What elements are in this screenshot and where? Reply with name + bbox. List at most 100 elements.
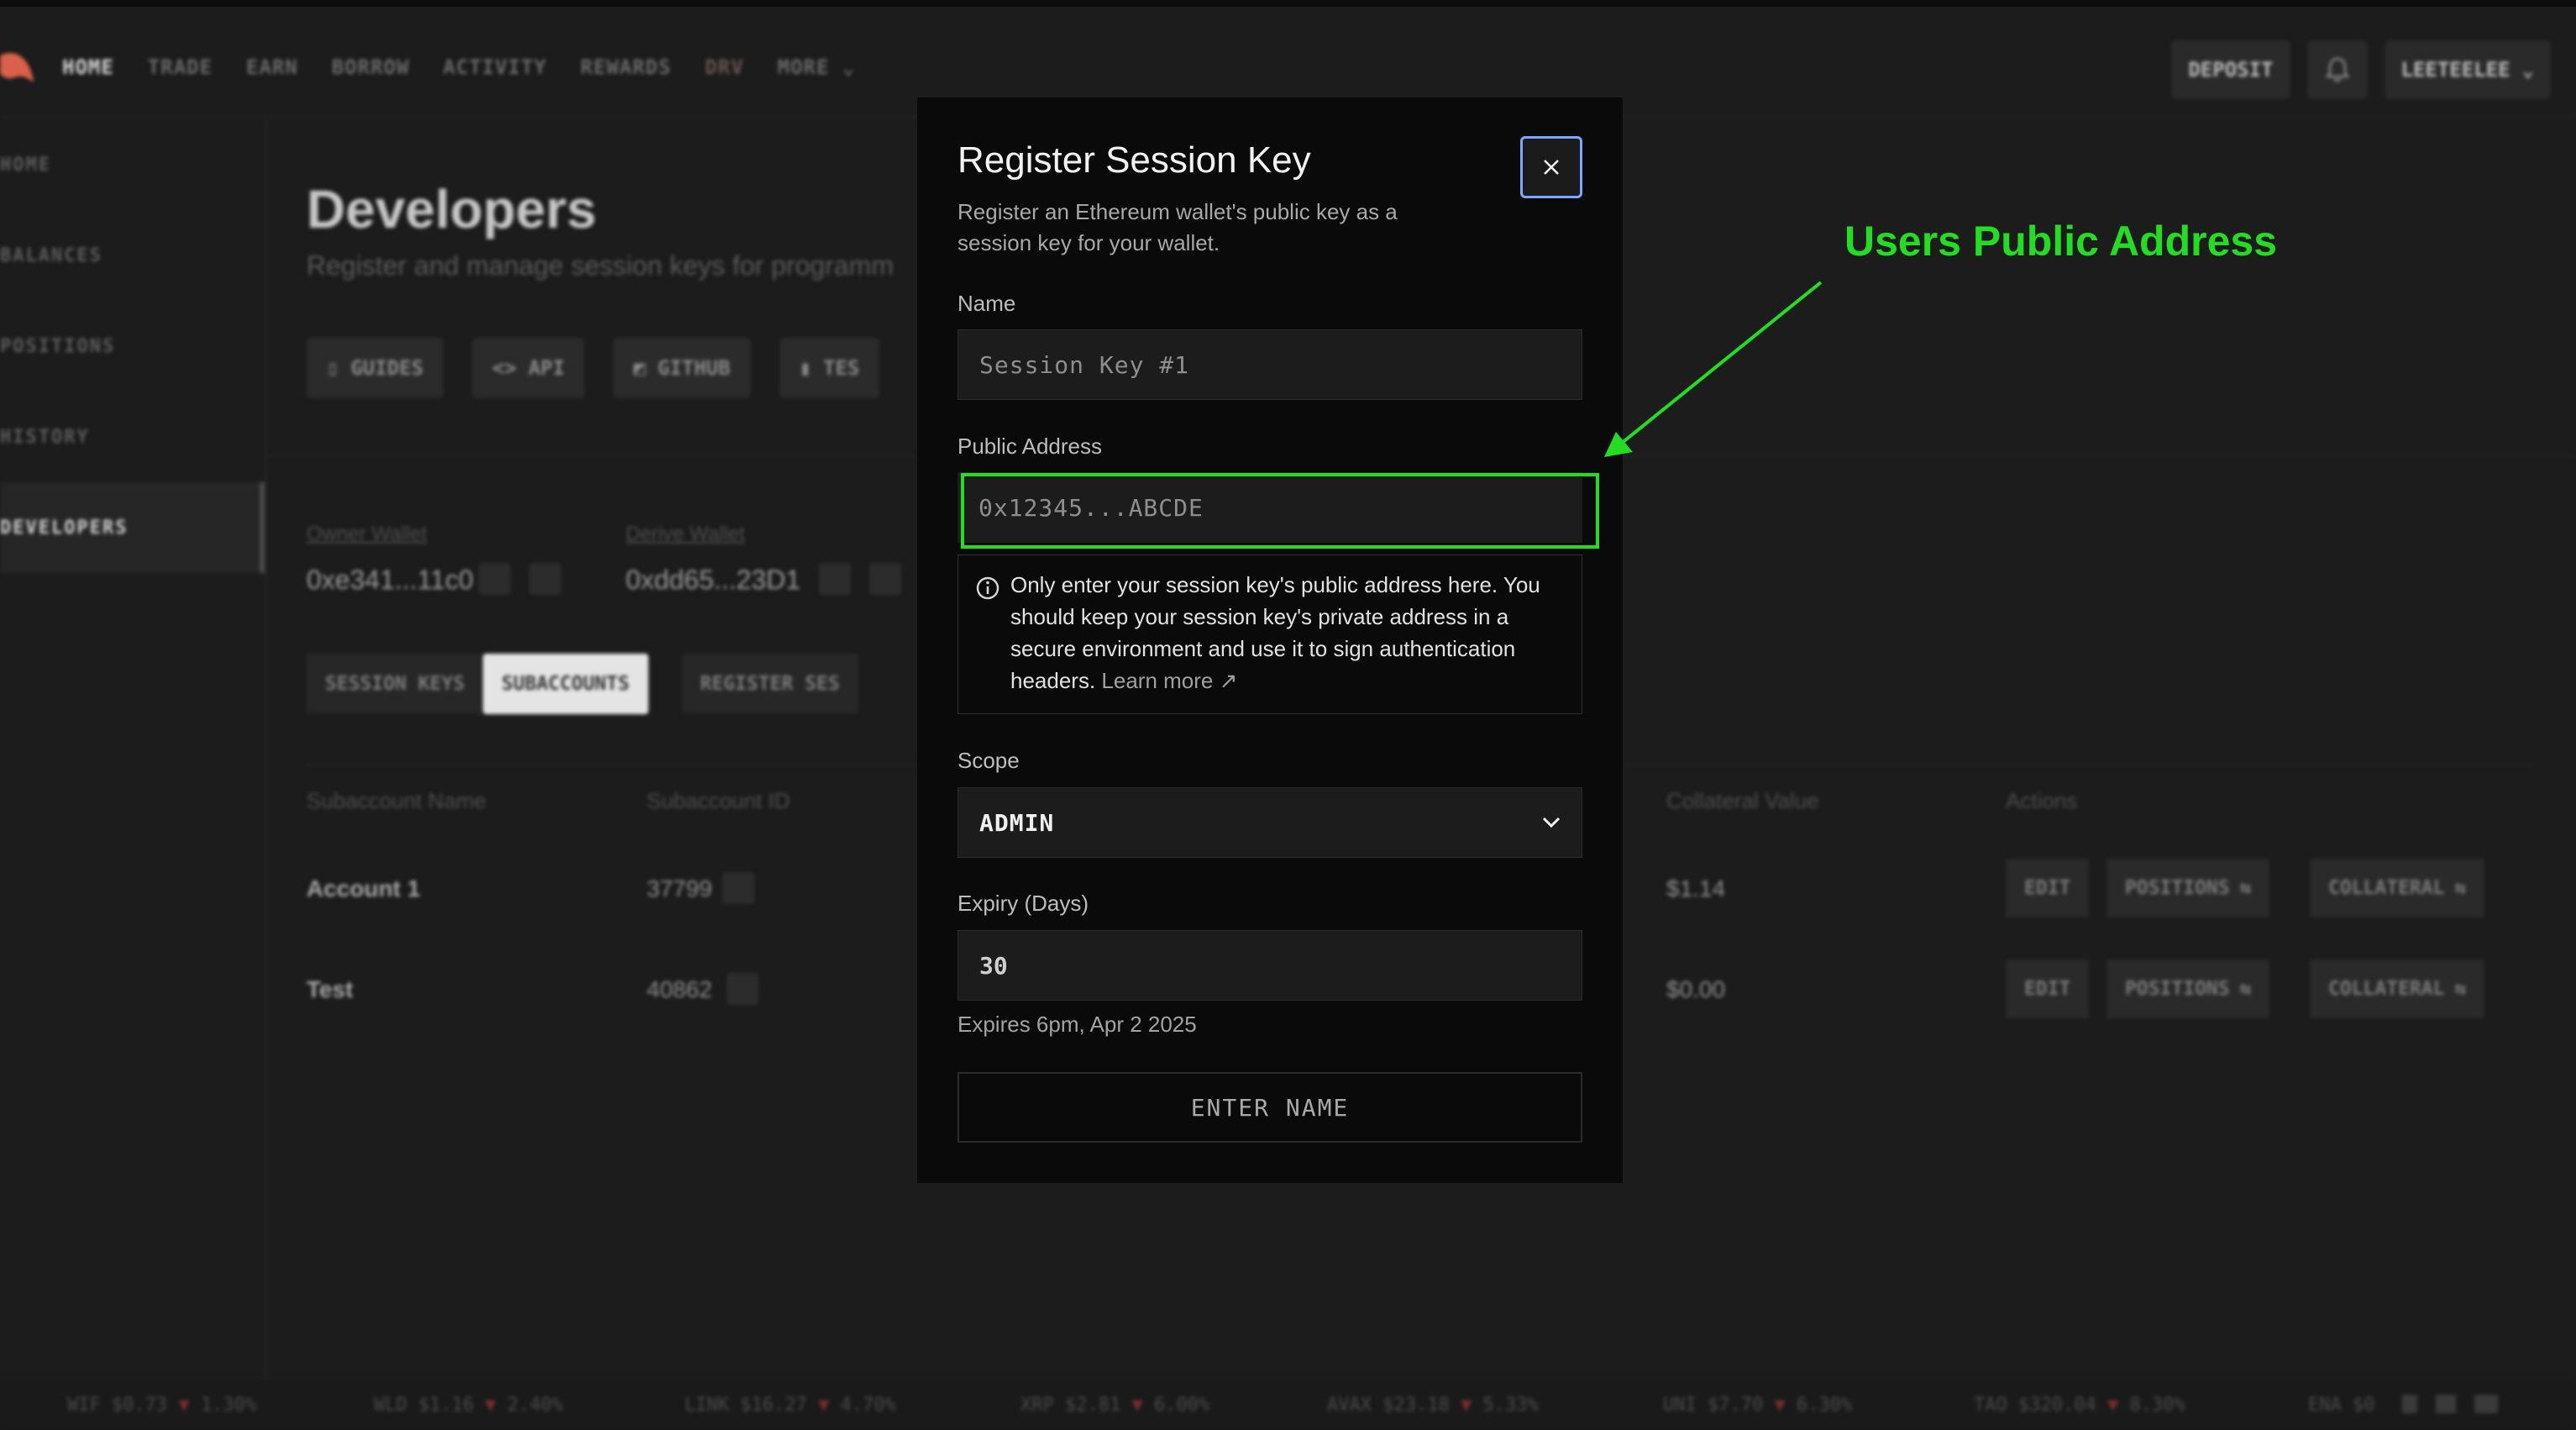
owner-wallet-address: 0xe341...11c0: [307, 565, 474, 595]
column-header-name: Subaccount Name: [307, 788, 486, 813]
ticker-symbol: AVAX: [1327, 1395, 1372, 1416]
modal-title: Register Session Key: [957, 139, 1311, 181]
public-address-input[interactable]: 0x12345...ABCDE: [957, 472, 1582, 543]
ticker-price: $16.27: [740, 1395, 807, 1416]
ticker-change: 1.30%: [200, 1395, 257, 1416]
down-arrow-icon: ▼: [1774, 1395, 1786, 1416]
learn-more-link[interactable]: Learn more ↗: [1101, 668, 1237, 693]
down-arrow-icon: ▼: [1131, 1395, 1143, 1416]
sidebar-item-developers[interactable]: DEVELOPERS: [0, 482, 265, 573]
tab-session-keys[interactable]: SESSION KEYS: [307, 654, 484, 714]
ticker-item[interactable]: XRP $2.81 ▼ 6.00%: [1020, 1395, 1209, 1416]
ticker-symbol: LINK: [685, 1395, 729, 1416]
copy-icon[interactable]: [479, 563, 511, 595]
ticker-symbol: WLD: [374, 1395, 407, 1416]
info-callout: Only enter your session key's public add…: [957, 555, 1582, 714]
flask-icon: ▮: [799, 356, 812, 380]
external-link-icon[interactable]: [869, 563, 901, 595]
github-icon: ◩: [633, 356, 646, 380]
book-icon: ▯: [327, 356, 339, 380]
testnet-button[interactable]: ▮ TES: [779, 338, 880, 398]
nav-earn[interactable]: EARN: [246, 55, 298, 79]
ticker-change: 6.00%: [1153, 1395, 1210, 1416]
positions-button[interactable]: POSITIONS ⇆: [2106, 959, 2270, 1018]
nav-more[interactable]: MORE ⌄: [778, 55, 856, 79]
guides-button[interactable]: ▯ GUIDES: [307, 338, 444, 398]
edit-button[interactable]: EDIT: [2006, 859, 2090, 917]
collateral-button[interactable]: COLLATERAL ⇆: [2310, 959, 2485, 1018]
positions-label: POSITIONS: [2125, 978, 2230, 1000]
ticker-item[interactable]: LINK $16.27 ▼ 4.70%: [685, 1395, 896, 1416]
account-menu-button[interactable]: LEETEELEE ⌄: [2384, 40, 2551, 99]
copy-icon[interactable]: [819, 563, 851, 595]
down-arrow-icon: ▼: [485, 1395, 496, 1416]
collateral-button[interactable]: COLLATERAL ⇆: [2310, 859, 2485, 917]
sidebar-item-balances[interactable]: BALANCES: [0, 210, 265, 301]
ticker-change: 4.70%: [840, 1395, 896, 1416]
derive-wallet-label[interactable]: Derive Wallet: [626, 523, 745, 546]
ticker-item[interactable]: WLD $1.16 ▼ 2.40%: [374, 1395, 563, 1416]
sidebar-item-label: DEVELOPERS: [0, 517, 129, 539]
sidebar-item-history[interactable]: HISTORY: [0, 392, 265, 482]
scope-select[interactable]: ADMIN: [957, 787, 1582, 858]
pause-icon[interactable]: [2402, 1395, 2417, 1413]
register-session-key-button[interactable]: REGISTER SES: [681, 654, 858, 714]
ticker-item[interactable]: ENA $0: [2308, 1395, 2375, 1416]
sidebar-item-label: BALANCES: [0, 244, 102, 266]
down-arrow-icon: ▼: [178, 1395, 190, 1416]
ticker-price: $2.81: [1065, 1395, 1121, 1416]
register-session-key-modal: Register Session Key Register an Ethereu…: [917, 97, 1623, 1183]
row-name: Account 1: [307, 875, 421, 902]
copy-icon[interactable]: [727, 973, 758, 1005]
settings-icon[interactable]: [2436, 1395, 2456, 1413]
logo-icon[interactable]: [0, 49, 34, 87]
owner-wallet-label[interactable]: Owner Wallet: [307, 523, 427, 546]
nav-drv[interactable]: DRV: [705, 55, 743, 79]
info-text: Only enter your session key's public add…: [1010, 569, 1573, 697]
ticker-price: $7.70: [1708, 1395, 1764, 1416]
nav-trade[interactable]: TRADE: [148, 55, 212, 79]
ticker-item[interactable]: AVAX $23.18 ▼ 5.33%: [1327, 1395, 1539, 1416]
edit-button[interactable]: EDIT: [2006, 959, 2090, 1018]
nav-borrow[interactable]: BORROW: [332, 55, 410, 79]
sidebar-item-positions[interactable]: POSITIONS: [0, 301, 265, 392]
ticker-symbol: WIF: [67, 1395, 101, 1416]
swap-icon: ⇆: [2454, 877, 2467, 899]
ticker-price: $320.04: [2018, 1395, 2096, 1416]
api-button[interactable]: <> API: [472, 338, 585, 398]
ticker-price: $0: [2353, 1395, 2375, 1416]
github-label: GITHUB: [657, 356, 731, 380]
sidebar-item-label: HOME: [0, 154, 51, 176]
ticker-symbol: ENA: [2308, 1395, 2342, 1416]
name-label: Name: [957, 291, 1016, 316]
submit-button[interactable]: ENTER NAME: [957, 1072, 1582, 1143]
nav-more-label: MORE: [777, 55, 830, 79]
expiry-input[interactable]: 30: [957, 930, 1582, 1001]
nav-rewards[interactable]: REWARDS: [580, 55, 671, 79]
positions-button[interactable]: POSITIONS ⇆: [2106, 859, 2270, 917]
info-icon: [976, 576, 999, 600]
scope-label: Scope: [957, 748, 1020, 773]
info-message: Only enter your session key's public add…: [1010, 572, 1540, 693]
ticker-item[interactable]: WIF $0.73 ▼ 1.30%: [67, 1395, 256, 1416]
row-id: 37799: [647, 875, 712, 902]
nav-activity[interactable]: ACTIVITY: [443, 55, 548, 79]
copy-icon[interactable]: [722, 872, 754, 904]
deposit-button[interactable]: DEPOSIT: [2171, 40, 2290, 99]
tab-subaccounts[interactable]: SUBACCOUNTS: [483, 654, 648, 714]
ticker-controls: [2402, 1395, 2562, 1417]
external-link-icon[interactable]: [529, 563, 561, 595]
close-button[interactable]: [1520, 136, 1582, 198]
github-button[interactable]: ◩ GITHUB: [613, 338, 751, 398]
bell-icon: [2325, 57, 2349, 82]
notifications-button[interactable]: [2306, 40, 2368, 99]
name-input[interactable]: Session Key #1: [957, 329, 1582, 400]
sidebar-item-home[interactable]: HOME: [0, 119, 265, 210]
ticker-change: 8.30%: [2129, 1395, 2185, 1416]
column-header-collateral: Collateral Value: [1666, 788, 1819, 813]
ticker-item[interactable]: TAO $320.04 ▼ 8.30%: [1974, 1395, 2185, 1416]
modal-description: Register an Ethereum wallet's public key…: [957, 199, 1398, 255]
nav-home[interactable]: HOME: [62, 55, 114, 79]
chat-icon[interactable]: [2474, 1395, 2498, 1413]
ticker-item[interactable]: UNI $7.70 ▼ 6.30%: [1663, 1395, 1852, 1416]
